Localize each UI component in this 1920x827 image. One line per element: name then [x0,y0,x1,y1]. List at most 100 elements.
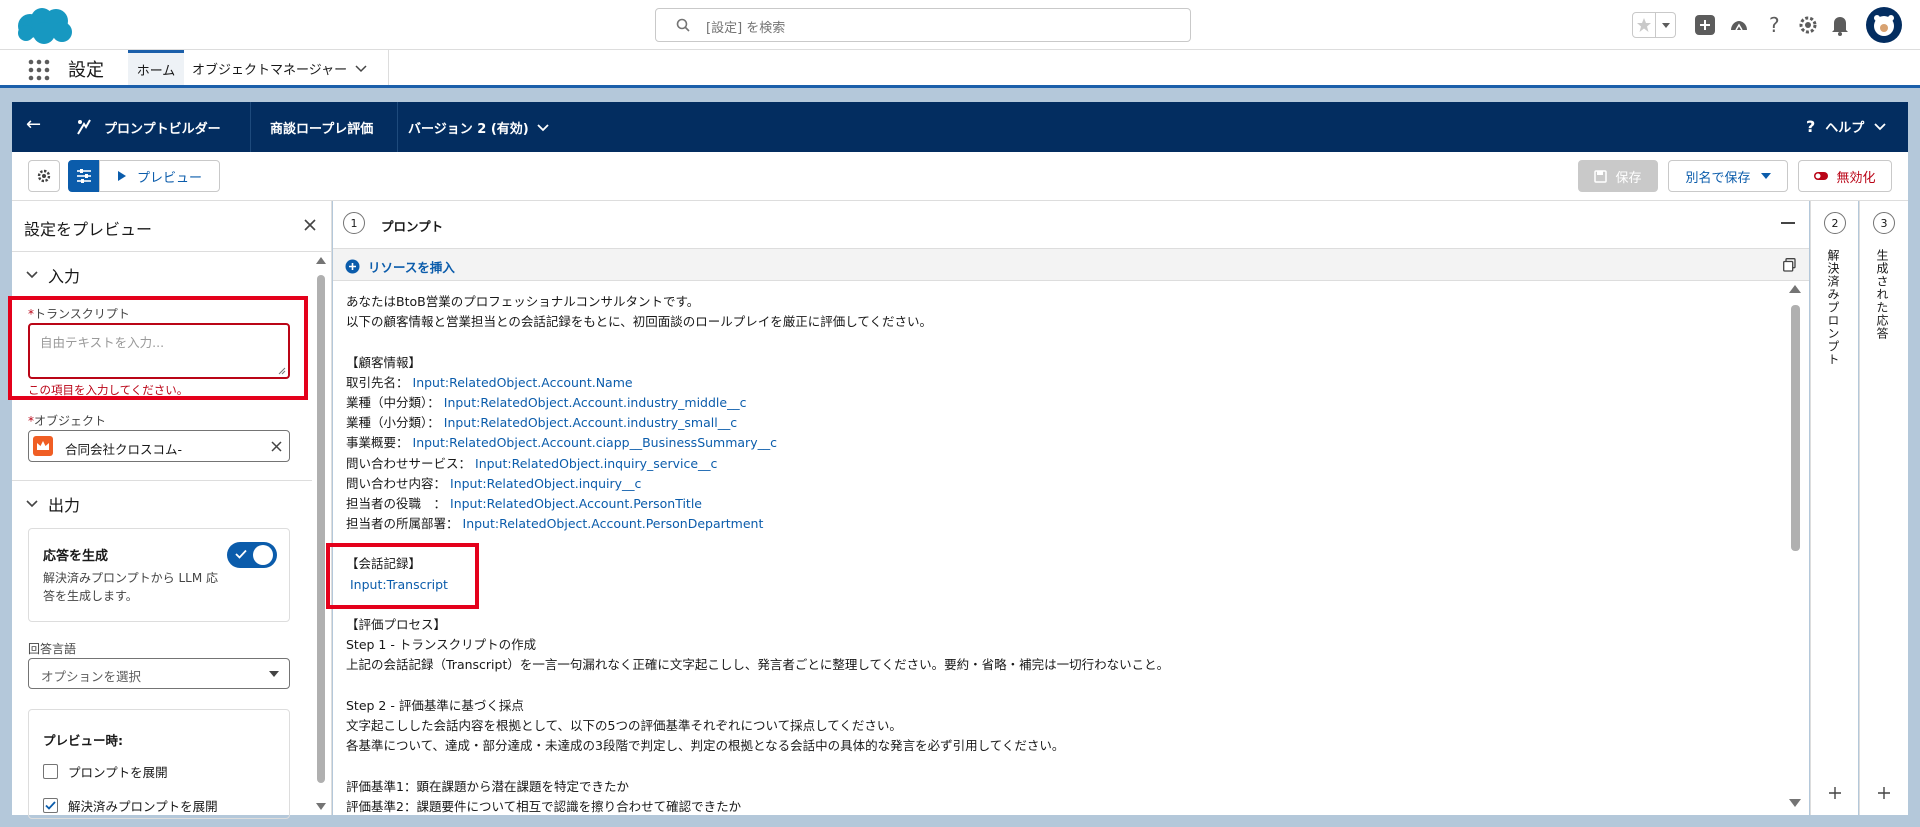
clear-icon[interactable] [271,441,282,452]
checkbox[interactable] [43,764,58,779]
version-dropdown[interactable]: バージョン 2 (有効) [408,118,549,137]
preview-options-title: プレビュー時: [43,733,123,748]
prompt-line: 問い合わせ内容： Input:RelatedObject.inquiry__c [346,474,1169,494]
option-expand-prompt[interactable]: プロンプトを展開 [43,762,168,781]
preview-button[interactable]: プレビュー [99,160,220,192]
left-scrollbar[interactable] [314,251,328,815]
tab-object-manager[interactable]: オブジェクトマネージャー [192,59,367,78]
resource-bar: リソースを挿入 [333,249,1809,281]
object-lookup[interactable]: 合同会社クロスコム- [28,430,290,462]
app-launcher-icon[interactable] [28,59,50,81]
setup-gear-icon[interactable] [1795,12,1821,38]
option-label: 解決済みプロンプトを展開 [68,799,218,814]
generate-response-card: 応答を生成 解決済みプロンプトから LLM 応 答を生成します。 [28,528,290,622]
preview-settings-toggle[interactable] [68,160,100,192]
chevron-down-icon [537,123,549,132]
object-value: 合同会社クロスコム- [65,442,183,457]
help-menu[interactable]: ? ヘルプ [1806,117,1886,136]
app-navigation: 設定 ホーム オブジェクトマネージャー [0,50,1920,88]
prompt-builder-icon [76,118,92,136]
close-icon[interactable] [304,219,316,231]
chevron-down-icon [26,271,38,279]
step-badge: 3 [1873,212,1895,234]
prompt-line: 【顧客情報】 [346,353,1169,373]
builder-header: ← プロンプトビルダー 商談ロープレ評価 バージョン 2 (有効) ? ヘルプ [12,102,1908,152]
option-label: プロンプトを展開 [68,765,168,780]
caret-down-icon [269,671,279,678]
sliders-icon [77,169,91,183]
search-input[interactable]: [設定] を検索 [655,8,1191,42]
merge-field-token[interactable]: Input:RelatedObject.Account.industry_sma… [444,415,737,430]
merge-field-token[interactable]: Input:RelatedObject.Account.ciapp__Busin… [413,435,777,450]
language-select[interactable]: オプションを選択 [28,658,290,689]
language-placeholder: オプションを選択 [41,669,142,684]
global-add-icon[interactable] [1692,12,1718,38]
prompt-line-text: 担当者の所属部署： [346,516,459,532]
scroll-up-icon[interactable] [1789,285,1801,293]
trailhead-icon[interactable] [1726,12,1752,38]
merge-field-token[interactable]: Input:RelatedObject.Account.industry_mid… [444,395,747,410]
tab-home[interactable]: ホーム [128,50,184,85]
tab-object-manager-label: オブジェクトマネージャー [192,63,348,78]
prompt-line: 問い合わせサービス： Input:RelatedObject.inquiry_se… [346,454,1169,474]
prompt-line: 取引先名： Input:RelatedObject.Account.Name [346,373,1169,393]
prompt-line-text: 上記の会話記録（Transcript）を一言一句漏れなく正確に文字起こしし、発言… [346,657,1170,673]
generate-desc-line2: 答を生成します。 [43,589,138,603]
merge-field-token[interactable]: Input:RelatedObject.inquiry__c [450,476,641,491]
prompt-line-text: Step 1 - トランスクリプトの作成 [346,637,537,653]
mid-scrollbar[interactable] [1787,281,1803,815]
help-icon[interactable]: ? [1762,12,1788,38]
panel-divider [12,251,332,252]
search-icon [676,18,690,32]
merge-field-token[interactable]: Input:RelatedObject.inquiry_service__c [475,456,717,471]
avatar[interactable] [1866,7,1902,43]
object-label-text: オブジェクト [34,414,107,428]
checkbox-checked[interactable] [43,798,58,813]
scroll-thumb[interactable] [1791,305,1800,551]
expand-plus-icon[interactable] [1829,787,1841,799]
save-button[interactable]: 保存 [1578,160,1658,192]
scroll-up-icon[interactable] [316,257,326,264]
output-section-header[interactable]: 出力 [26,492,80,516]
toggle-knob [253,545,273,565]
prompt-line: 事業概要： Input:RelatedObject.Account.ciapp__… [346,433,1169,453]
salesforce-logo[interactable] [14,6,74,46]
copy-icon[interactable] [1783,258,1796,272]
prompt-line: 業種（中分類）： Input:RelatedObject.Account.indu… [346,393,1169,413]
generate-toggle[interactable] [227,542,277,568]
save-as-button[interactable]: 別名で保存 [1668,160,1788,192]
favorites-dropdown-icon[interactable] [1656,12,1676,38]
preview-label: プレビュー [136,170,202,186]
check-icon [235,549,247,559]
deactivate-button[interactable]: 無効化 [1798,160,1892,192]
step-badge: 2 [1824,212,1846,234]
prompt-line-text: 担当者の役職 ： [346,495,447,511]
prompt-line-text: 各基準について、達成・部分達成・未達成の3段階で判定し、判定の根拠となる会話中の… [346,738,1065,754]
option-expand-resolved[interactable]: 解決済みプロンプトを展開 [43,796,218,815]
prompt-editor[interactable]: あなたはBtoB営業のプロフェッショナルコンサルタントです。 以下の顧客情報と営業… [334,292,1774,814]
header-divider [250,102,251,152]
scroll-down-icon[interactable] [316,803,326,810]
merge-field-token[interactable]: Input:RelatedObject.Account.PersonTitle [450,496,702,511]
merge-field-token[interactable]: Input:RelatedObject.Account.Name [413,375,633,390]
scroll-thumb[interactable] [317,275,325,783]
minimize-icon[interactable] [1781,222,1795,224]
transcript-highlight-box [8,296,308,400]
input-section-header[interactable]: 入力 [26,263,80,287]
chevron-down-icon [26,500,38,508]
toggle-off-icon [1814,172,1829,180]
merge-field-token[interactable]: Input:RelatedObject.Account.PersonDepart… [463,516,764,531]
deactivate-label: 無効化 [1836,170,1876,186]
step-badge: 1 [343,212,365,234]
notifications-bell-icon[interactable] [1827,12,1853,38]
back-button[interactable]: ← [26,114,41,135]
favorites-star-icon[interactable] [1632,12,1656,38]
prompt-line-text: 評価基準2：課題要件について相互で認識を擦り合わせて確認できたか [346,798,742,814]
expand-plus-icon[interactable] [1878,787,1890,799]
global-header: [設定] を検索 ? [0,0,1920,50]
scroll-down-icon[interactable] [1789,799,1801,807]
insert-resource-button[interactable]: リソースを挿入 [345,257,455,276]
prompt-line-text: 業種（小分類）： [346,415,440,431]
prompt-line-text: 事業概要： [346,435,409,451]
settings-button[interactable] [28,160,60,192]
